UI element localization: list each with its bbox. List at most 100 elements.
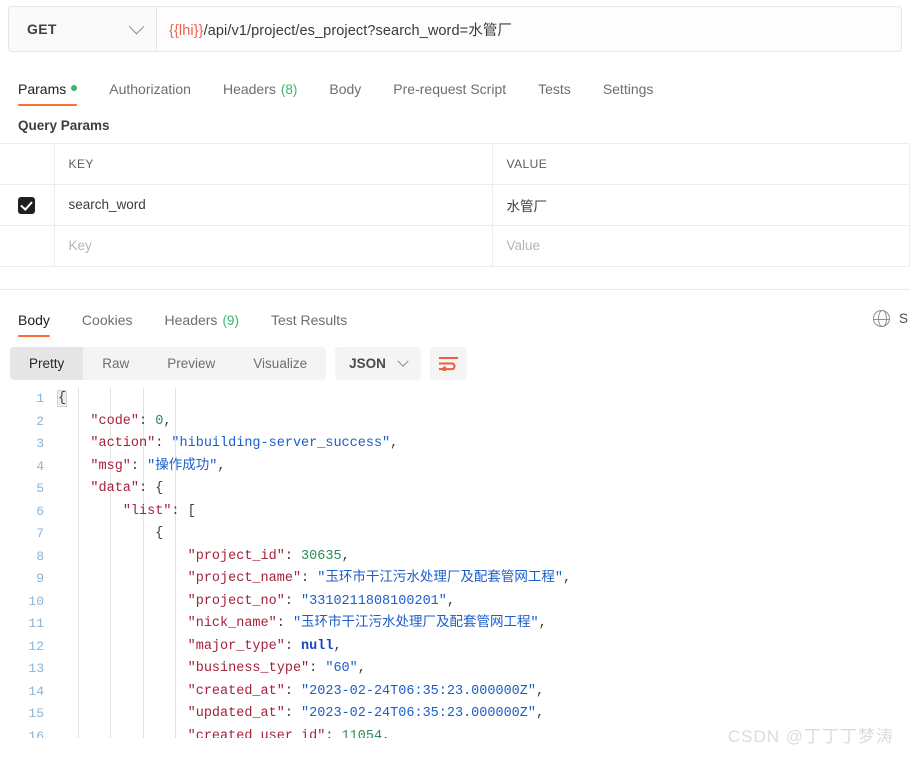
response-language-label: JSON (349, 356, 386, 371)
query-params-table: KEY VALUE search_word 水管厂 Key Value (0, 143, 910, 267)
json-line: 9 "project_name": "玉环市干江污水处理厂及配套管网工程", (0, 568, 910, 591)
json-token-p: , (390, 436, 399, 451)
table-header-row: KEY VALUE (0, 143, 910, 185)
table-row: search_word 水管厂 (0, 184, 910, 226)
json-line: 14 "created_at": "2023-02-24T06:35:23.00… (0, 681, 910, 704)
request-url-bar: GET {{lhi}}/api/v1/project/es_project?se… (8, 6, 902, 52)
json-line-content: "data": { (58, 478, 910, 501)
json-token-nul: null (301, 638, 334, 654)
chevron-down-icon (128, 18, 145, 34)
pane-divider[interactable] (0, 289, 910, 290)
json-token-p: , (446, 593, 455, 609)
view-mode-preview[interactable]: Preview (148, 347, 234, 380)
view-mode-visualize[interactable]: Visualize (234, 347, 326, 380)
json-token-s: "hibuilding-server_success" (171, 436, 391, 451)
header-checkbox-cell (0, 143, 55, 185)
json-line: 13 "business_type": "60", (0, 658, 910, 681)
word-wrap-icon (438, 357, 458, 371)
response-tab-cookies[interactable]: Cookies (66, 312, 149, 337)
json-token-p: , (357, 661, 366, 676)
globe-icon[interactable] (872, 309, 891, 328)
new-param-key-cell[interactable]: Key (54, 225, 493, 267)
tab-headers[interactable]: Headers (8) (207, 81, 313, 106)
header-key: KEY (54, 143, 493, 185)
tab-headers-label: Headers (222, 81, 276, 97)
json-token-p: : [ (171, 503, 196, 519)
json-line-number: 3 (36, 436, 44, 451)
url-variable: {{lhi}} (169, 22, 204, 39)
json-line: 3 "action": "hibuilding-server_success", (0, 433, 910, 456)
tab-settings[interactable]: Settings (587, 81, 670, 106)
request-tab-bar: Params Authorization Headers (8) Body Pr… (0, 66, 910, 106)
url-path: /api/v1/project/es_project?search_word=水… (203, 22, 513, 39)
json-line: 2 "code": 0, (0, 411, 910, 434)
json-token-p: , (538, 616, 547, 631)
response-tab-cookies-label: Cookies (81, 312, 133, 328)
param-enabled-checkbox[interactable] (18, 196, 36, 214)
response-tab-body[interactable]: Body (18, 312, 66, 337)
json-line-number: 7 (36, 526, 44, 541)
tab-authorization[interactable]: Authorization (93, 81, 207, 106)
json-token-p: , (536, 706, 545, 721)
param-key-cell[interactable]: search_word (54, 184, 493, 226)
json-line-number: 5 (36, 481, 44, 496)
json-line: 1{ (0, 388, 910, 411)
json-token-p: : (130, 458, 148, 474)
json-token-p: : (284, 683, 302, 699)
json-token-k: "list" (122, 503, 172, 519)
json-token-k: "major_type" (187, 638, 285, 654)
json-line-content: { (58, 523, 910, 546)
new-param-value-cell[interactable]: Value (492, 225, 910, 267)
json-line: 11 "nick_name": "玉环市干江污水处理厂及配套管网工程", (0, 613, 910, 636)
json-line-content: "project_no": "3310211808100201", (58, 591, 910, 614)
json-token-n: 30635 (301, 548, 342, 564)
json-line-number: 10 (28, 593, 44, 609)
json-token-k: "nick_name" (187, 616, 277, 631)
word-wrap-toggle[interactable] (429, 347, 467, 380)
view-mode-pretty[interactable]: Pretty (10, 347, 84, 380)
json-line: 7 { (0, 523, 910, 546)
tab-tests-label: Tests (538, 81, 571, 97)
viewer-bottom-fade (0, 738, 910, 748)
header-value: VALUE (492, 143, 910, 185)
json-token-p: , (562, 571, 572, 586)
request-url-text: {{lhi}}/api/v1/project/es_project?search… (169, 19, 512, 40)
json-token-p: : { (139, 481, 164, 496)
response-tab-bar: Body Cookies Headers (9) Test Results S (0, 299, 910, 337)
json-line-content: "business_type": "60", (58, 658, 910, 681)
json-token-p: , (536, 683, 545, 699)
json-token-k: "updated_at" (187, 706, 285, 721)
new-param-value-placeholder: Value (506, 238, 541, 253)
json-line-content: "action": "hibuilding-server_success", (58, 433, 910, 456)
json-token-p: : (139, 413, 156, 429)
response-tab-test-results[interactable]: Test Results (255, 312, 363, 337)
chevron-down-icon (397, 355, 409, 367)
json-token-p: : (284, 593, 302, 609)
param-value-value: 水管厂 (506, 198, 548, 214)
new-param-key-placeholder: Key (68, 238, 92, 253)
tab-pre-request-script[interactable]: Pre-request Script (377, 81, 522, 106)
json-line: 10 "project_no": "3310211808100201", (0, 591, 910, 614)
view-mode-raw[interactable]: Raw (83, 347, 148, 380)
http-method-selector[interactable]: GET (8, 6, 156, 52)
response-language-selector[interactable]: JSON (335, 347, 421, 380)
json-token-p: : (301, 571, 318, 586)
param-value-cell[interactable]: 水管厂 (492, 184, 910, 226)
request-url-input[interactable]: {{lhi}}/api/v1/project/es_project?search… (156, 6, 902, 52)
response-tab-headers[interactable]: Headers (9) (149, 312, 255, 337)
json-line-content: "code": 0, (58, 411, 910, 434)
response-body-viewer[interactable]: 1{2 "code": 0, 3 "action": "hibuilding-se… (0, 388, 910, 748)
json-token-k: "created_at" (187, 683, 285, 699)
tab-authorization-label: Authorization (109, 81, 191, 97)
tab-settings-label: Settings (602, 81, 654, 97)
json-line: 8 "project_id": 30635, (0, 546, 910, 569)
row-checkbox-cell-empty (0, 225, 55, 267)
save-response-button[interactable]: S (899, 311, 908, 326)
json-token-k: "msg" (90, 458, 131, 474)
tab-params[interactable]: Params (18, 81, 93, 106)
json-line-content: "list": [ (58, 501, 910, 524)
tab-tests[interactable]: Tests (522, 81, 587, 106)
tab-body-label: Body (329, 81, 362, 97)
tab-body[interactable]: Body (313, 81, 377, 106)
json-token-k: "project_name" (187, 571, 302, 586)
